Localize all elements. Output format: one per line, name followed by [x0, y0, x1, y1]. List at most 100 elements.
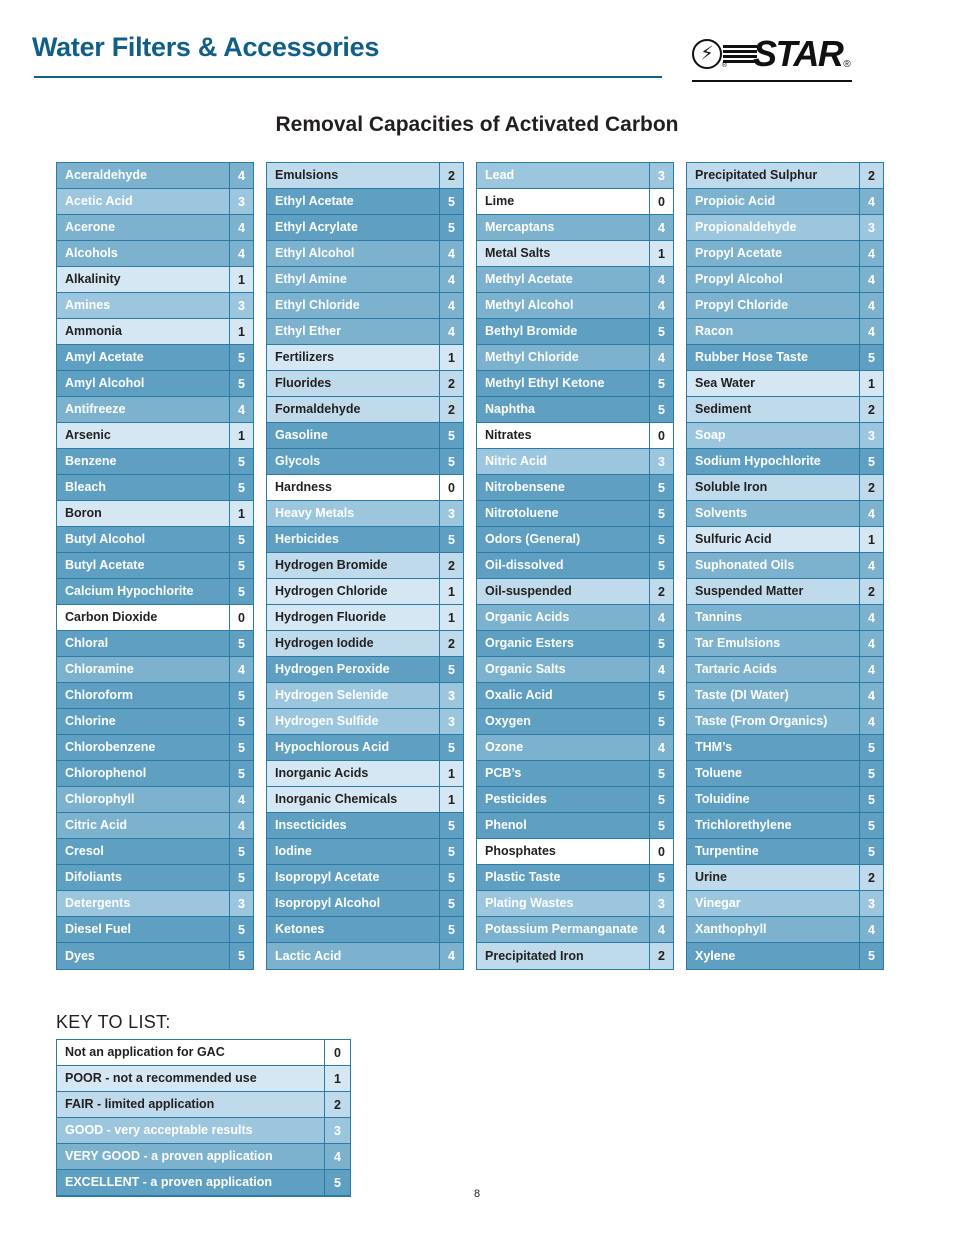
rating-value: 5	[439, 735, 463, 760]
table-row: Fertilizers 1	[267, 345, 463, 371]
substance-name: Phosphates	[485, 844, 556, 859]
rating-value: 4	[649, 735, 673, 760]
substance-name: Hydrogen Selenide	[275, 688, 389, 703]
table-row: Rubber Hose Taste 5	[687, 345, 883, 371]
rating-value: 5	[649, 319, 673, 344]
substance-name: Ethyl Amine	[275, 272, 347, 287]
table-row: Ethyl Alcohol 4	[267, 241, 463, 267]
substance-name: FAIR - limited application	[65, 1097, 215, 1112]
rating-value: 5	[649, 683, 673, 708]
rating-value: 2	[439, 371, 463, 396]
substance-name: Chloramine	[65, 662, 134, 677]
logo-wordmark: STAR	[753, 33, 844, 74]
table-row: Chlorobenzene 5	[57, 735, 253, 761]
substance-name: Propyl Chloride	[695, 298, 789, 313]
substance-name: Xylene	[695, 948, 736, 963]
substance-name: Propyl Acetate	[695, 246, 783, 261]
table-row: Benzene 5	[57, 449, 253, 475]
substance-name: Sediment	[695, 402, 752, 417]
table-row: Dyes 5	[57, 943, 253, 969]
table-row: Inorganic Acids 1	[267, 761, 463, 787]
table-row: Suspended Matter 2	[687, 579, 883, 605]
substance-name: Acetic Acid	[65, 194, 133, 209]
substance-name: Turpentine	[695, 844, 759, 859]
rating-value: 3	[859, 423, 883, 448]
rating-value: 4	[649, 215, 673, 240]
rating-value: 1	[649, 241, 673, 266]
table-row: Ethyl Acrylate 5	[267, 215, 463, 241]
rating-value: 1	[439, 605, 463, 630]
table-row: Acetic Acid 3	[57, 189, 253, 215]
table-row: Soluble Iron 2	[687, 475, 883, 501]
table-row: Lead 3	[477, 163, 673, 189]
rating-value: 2	[649, 579, 673, 604]
rating-value: 5	[859, 943, 883, 969]
rating-value: 3	[859, 891, 883, 916]
rating-value: 2	[324, 1092, 350, 1117]
table-row: Not an application for GAC 0	[57, 1040, 350, 1066]
rating-value: 4	[859, 293, 883, 318]
table-row: Ethyl Chloride 4	[267, 293, 463, 319]
table-row: Sediment 2	[687, 397, 883, 423]
table-column-1: Aceraldehyde 4 Acetic Acid 3 Acerone 4 Alcohol…	[56, 162, 254, 970]
table-row: Phenol 5	[477, 813, 673, 839]
header-divider	[34, 76, 662, 78]
table-row: Detergents 3	[57, 891, 253, 917]
rating-value: 0	[229, 605, 253, 630]
rating-value: 1	[859, 371, 883, 396]
rating-value: 4	[229, 657, 253, 682]
substance-name: Oil-dissolved	[485, 558, 564, 573]
substance-name: Insecticides	[275, 818, 347, 833]
rating-value: 4	[649, 657, 673, 682]
rating-value: 5	[439, 189, 463, 214]
lightning-circle-icon: ⚡ ®	[692, 39, 727, 69]
table-row: Hydrogen Peroxide 5	[267, 657, 463, 683]
table-row: Potassium Permanganate 4	[477, 917, 673, 943]
rating-value: 5	[649, 761, 673, 786]
rating-value: 1	[229, 423, 253, 448]
rating-value: 4	[229, 241, 253, 266]
substance-name: Chlorophenol	[65, 766, 147, 781]
table-row: Formaldehyde 2	[267, 397, 463, 423]
rating-value: 1	[229, 267, 253, 292]
substance-name: Oil-suspended	[485, 584, 572, 599]
table-row: Aceraldehyde 4	[57, 163, 253, 189]
rating-value: 0	[439, 475, 463, 500]
table-row: Metal Salts 1	[477, 241, 673, 267]
rating-value: 5	[229, 761, 253, 786]
page-number: 8	[473, 1188, 481, 1200]
substance-name: Hydrogen Fluoride	[275, 610, 387, 625]
substance-name: Herbicides	[275, 532, 339, 547]
table-row: Tartaric Acids 4	[687, 657, 883, 683]
rating-value: 5	[229, 475, 253, 500]
rating-value: 1	[439, 579, 463, 604]
substance-name: VERY GOOD - a proven application	[65, 1149, 273, 1164]
table-row: Amyl Acetate 5	[57, 345, 253, 371]
rating-value: 0	[649, 189, 673, 214]
table-row: Soap 3	[687, 423, 883, 449]
rating-value: 5	[229, 579, 253, 604]
rating-value: 2	[859, 397, 883, 422]
table-row: Citric Acid 4	[57, 813, 253, 839]
rating-value: 5	[439, 839, 463, 864]
substance-name: Pesticides	[485, 792, 547, 807]
rating-value: 1	[439, 761, 463, 786]
table-row: Propyl Chloride 4	[687, 293, 883, 319]
table-row: Toluene 5	[687, 761, 883, 787]
table-row: Nitric Acid 3	[477, 449, 673, 475]
table-row: Pesticides 5	[477, 787, 673, 813]
table-row: Arsenic 1	[57, 423, 253, 449]
substance-name: Ethyl Ether	[275, 324, 341, 339]
substance-name: Ethyl Acrylate	[275, 220, 358, 235]
rating-value: 4	[229, 813, 253, 838]
table-row: Amines 3	[57, 293, 253, 319]
rating-value: 5	[649, 787, 673, 812]
rating-value: 5	[229, 449, 253, 474]
table-row: Organic Esters 5	[477, 631, 673, 657]
table-column-2: Emulsions 2 Ethyl Acetate 5 Ethyl Acrylate 5 E…	[266, 162, 464, 970]
substance-name: Boron	[65, 506, 102, 521]
table-row: Antifreeze 4	[57, 397, 253, 423]
table-column-4: Precipitated Sulphur 2 Propioic Acid 4 Propi…	[686, 162, 884, 970]
substance-name: Oxygen	[485, 714, 531, 729]
substance-name: Emulsions	[275, 168, 339, 183]
